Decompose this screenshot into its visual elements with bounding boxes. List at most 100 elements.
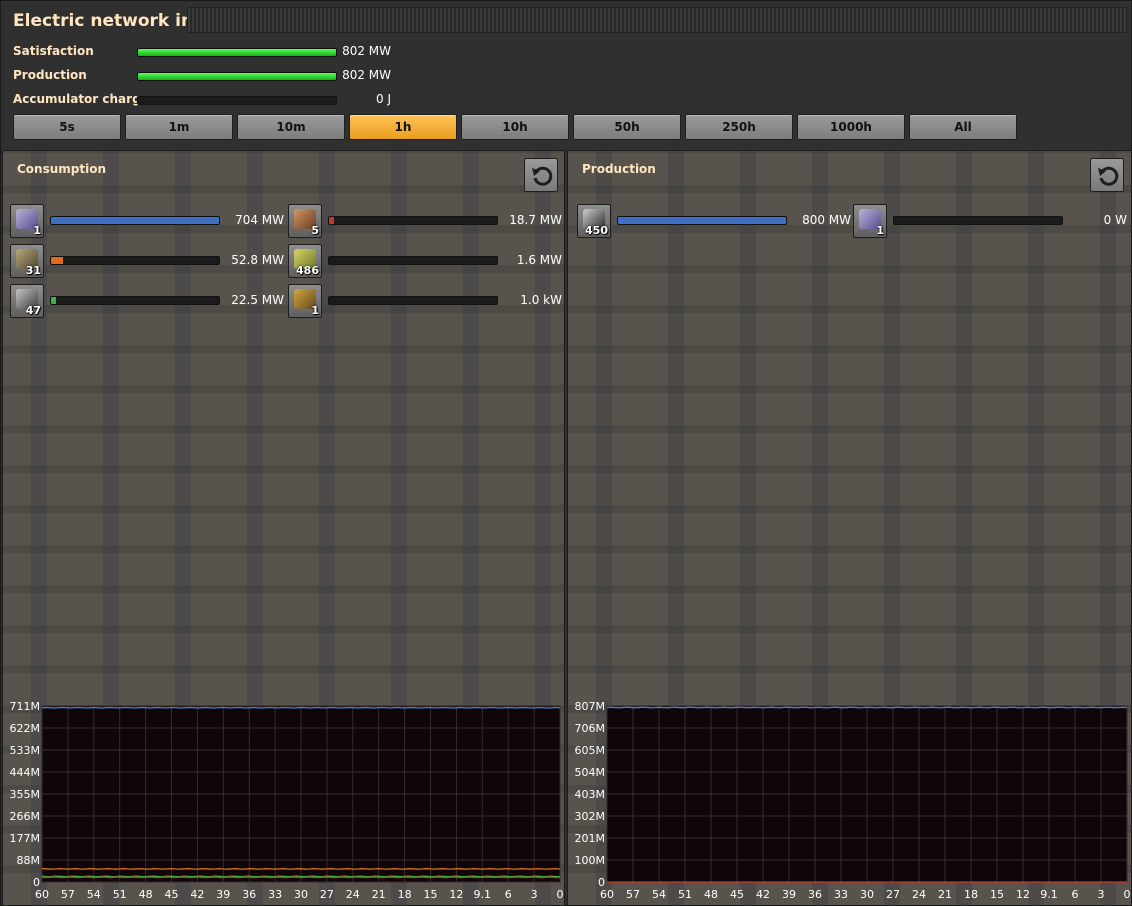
x-tick-label: 54 <box>87 888 101 901</box>
timescale-button-5s[interactable]: 5s <box>13 114 121 140</box>
entity-count: 486 <box>296 264 319 277</box>
entity-value: 52.8 MW <box>231 253 284 267</box>
entity-value: 704 MW <box>235 213 284 227</box>
x-tick-label: 24 <box>912 888 926 901</box>
assembling-machine-icon[interactable]: 31 <box>10 244 44 278</box>
y-tick-label: 403M <box>575 788 606 801</box>
x-tick-label: 36 <box>242 888 256 901</box>
consumption-chart-svg: 711M 622M 533M 444M 355M 266M 177M 88M 0 60 57 54 51… <box>10 700 564 901</box>
entity-value: 18.7 MW <box>509 213 562 227</box>
production-title: Production <box>582 162 656 176</box>
production-chart-svg: 807M 706M 605M 504M 403M 302M 201M 100M 0 60 57 54 5… <box>575 700 1131 901</box>
entity-bar <box>617 216 787 225</box>
timescale-button-50h[interactable]: 50h <box>573 114 681 140</box>
beacon-icon[interactable]: 1 <box>853 204 887 238</box>
x-tick-label: 12 <box>1016 888 1030 901</box>
stat-label: Accumulator charge <box>13 92 149 106</box>
entity-count: 31 <box>25 264 41 277</box>
production-reset-button[interactable] <box>1090 158 1124 192</box>
timescale-button-all[interactable]: All <box>909 114 1017 140</box>
inserter-icon[interactable]: 486 <box>288 244 322 278</box>
consumption-panel: Consumption 1 704 MW 5 18.7 MW 31 52.8 MW 486 1… <box>2 150 565 906</box>
stat-value: 802 MW <box>342 68 391 82</box>
character-icon[interactable]: 5 <box>288 204 322 238</box>
entity-value: 1.0 kW <box>520 293 562 307</box>
consumption-reset-button[interactable] <box>524 158 558 192</box>
y-tick-label: 302M <box>575 810 606 823</box>
production-bar <box>137 72 337 81</box>
y-tick-label: 355M <box>10 788 41 801</box>
x-tick-label: 48 <box>704 888 718 901</box>
x-tick-label: 3 <box>1098 888 1105 901</box>
timescale-button-10m[interactable]: 10m <box>237 114 345 140</box>
y-tick-label: 444M <box>10 766 41 779</box>
timescale-button-250h[interactable]: 250h <box>685 114 793 140</box>
title-bar: Electric network info <box>1 1 1132 41</box>
entity-count: 1 <box>33 224 41 237</box>
y-tick-label: 622M <box>10 722 41 735</box>
entity-bar-fill <box>329 217 335 224</box>
timescale-button-1000h[interactable]: 1000h <box>797 114 905 140</box>
x-tick-label: 15 <box>990 888 1004 901</box>
electric-network-window: Electric network info Satisfaction 802 M… <box>0 0 1132 906</box>
y-tick-label: 266M <box>10 810 41 823</box>
x-tick-label: 39 <box>216 888 230 901</box>
electric-mining-drill-icon[interactable]: 47 <box>10 284 44 318</box>
entity-bar-fill <box>51 257 63 264</box>
y-tick-label: 201M <box>575 832 606 845</box>
entity-bar <box>50 216 220 225</box>
x-tick-label: 60 <box>35 888 49 901</box>
entity-value: 0 W <box>1103 213 1127 227</box>
consumption-chart: 711M 622M 533M 444M 355M 266M 177M 88M 0 60 57 54 51… <box>3 698 564 905</box>
stat-label: Satisfaction <box>13 44 94 58</box>
y-tick-label: 807M <box>575 700 606 713</box>
entity-bar <box>328 216 498 225</box>
stat-accumulator-charge: Accumulator charge 0 J <box>13 92 433 110</box>
beacon-icon[interactable]: 1 <box>10 204 44 238</box>
x-tick-label: 27 <box>320 888 334 901</box>
x-tick-label: 21 <box>938 888 952 901</box>
window-drag-handle[interactable] <box>187 7 1127 33</box>
series-line <box>41 868 561 870</box>
series-line <box>41 706 561 709</box>
x-tick-label: 0 <box>557 888 564 901</box>
entity-bar-fill <box>51 297 57 304</box>
satisfaction-bar <box>137 48 337 57</box>
y-tick-label: 504M <box>575 766 606 779</box>
series-line <box>606 706 1128 709</box>
x-tick-label: 60 <box>600 888 614 901</box>
entity-value: 800 MW <box>802 213 851 227</box>
stat-production: Production 802 MW <box>13 68 433 86</box>
entity-bar-fill <box>51 217 219 224</box>
timescale-button-10h[interactable]: 10h <box>461 114 569 140</box>
x-tick-label: 24 <box>346 888 360 901</box>
x-tick-label: 33 <box>834 888 848 901</box>
entity-count: 450 <box>585 224 608 237</box>
y-tick-label: 177M <box>10 832 41 845</box>
reset-icon <box>1098 166 1119 186</box>
x-tick-label: 3 <box>531 888 538 901</box>
x-tick-label: 45 <box>165 888 179 901</box>
timescale-button-1m[interactable]: 1m <box>125 114 233 140</box>
steam-engine-icon[interactable]: 450 <box>577 204 611 238</box>
x-tick-label: 39 <box>782 888 796 901</box>
entity-bar <box>328 256 498 265</box>
entity-value: 1.6 MW <box>516 253 562 267</box>
x-tick-label: 9.1 <box>1040 888 1058 901</box>
x-tick-label: 15 <box>424 888 438 901</box>
x-tick-label: 48 <box>139 888 153 901</box>
production-panel: Production 450 800 MW 1 0 W 807M 706M 605M 504… <box>567 150 1132 906</box>
x-tick-label: 57 <box>61 888 75 901</box>
satisfaction-bar-fill <box>138 49 336 56</box>
radar-icon[interactable]: 1 <box>288 284 322 318</box>
accumulator-bar <box>137 96 337 105</box>
x-tick-label: 18 <box>398 888 412 901</box>
x-tick-label: 12 <box>449 888 463 901</box>
x-tick-label: 54 <box>652 888 666 901</box>
consumption-title: Consumption <box>17 162 107 176</box>
timescale-button-1h[interactable]: 1h <box>349 114 457 140</box>
y-tick-label: 533M <box>10 744 41 757</box>
x-tick-label: 27 <box>886 888 900 901</box>
entity-count: 47 <box>25 304 41 317</box>
x-tick-label: 33 <box>268 888 282 901</box>
